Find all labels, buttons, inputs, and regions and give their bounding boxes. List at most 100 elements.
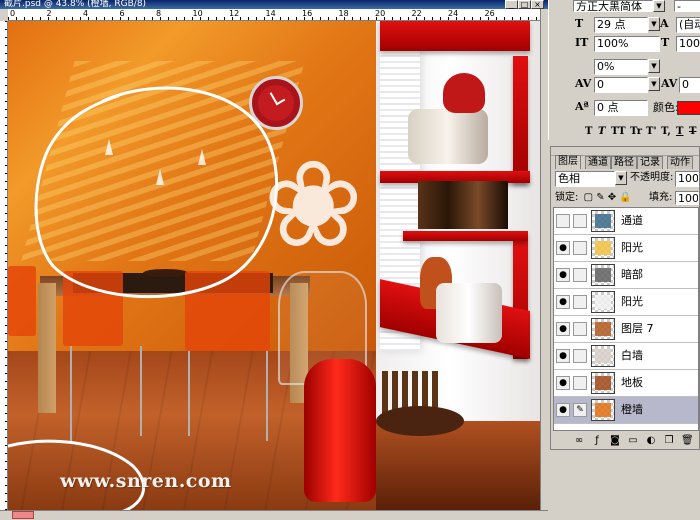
layer-row[interactable]: ● 地板: [554, 370, 698, 397]
strikethrough-button[interactable]: T: [689, 126, 696, 138]
brush-icon[interactable]: ✎: [573, 403, 587, 417]
all-caps-button[interactable]: TT: [611, 126, 626, 138]
tab-layers[interactable]: 图层: [555, 155, 581, 169]
layer-thumbnail[interactable]: [591, 264, 615, 286]
tab-history[interactable]: 记录: [637, 156, 663, 169]
layer-thumbnail[interactable]: [591, 291, 615, 313]
toaster: [436, 283, 502, 343]
chevron-down-icon[interactable]: ▼: [648, 17, 660, 31]
layer-row[interactable]: 通道: [554, 208, 698, 235]
horizontal-ruler[interactable]: 0 2 4 6 8 10 12 14 16 18 20 22 24 26: [8, 9, 540, 21]
close-button[interactable]: ×: [531, 0, 544, 9]
eye-icon[interactable]: ●: [556, 295, 570, 309]
layer-row[interactable]: ● 阳光: [554, 235, 698, 262]
trash-icon[interactable]: 🗑: [681, 435, 694, 447]
opacity-field[interactable]: 100%: [675, 171, 699, 187]
eye-icon[interactable]: ●: [556, 241, 570, 255]
ruler-number: 10: [192, 9, 203, 18]
wall-shelf: [380, 21, 530, 51]
baseline-shift-field[interactable]: 0 点: [594, 100, 648, 116]
eye-icon[interactable]: ●: [556, 349, 570, 363]
vertical-scale-field[interactable]: 100%: [594, 36, 660, 52]
tab-actions[interactable]: 动作: [667, 156, 693, 169]
ruler-number: 8: [156, 9, 162, 18]
chevron-down-icon[interactable]: ▼: [615, 171, 627, 185]
ruler-number: 26: [484, 9, 495, 18]
text-color-swatch[interactable]: [677, 101, 700, 115]
lock-row: 锁定: ▢ ✎ ✥ 🔒: [555, 191, 632, 205]
layer-thumbnail[interactable]: [591, 399, 615, 421]
layer-thumbnail[interactable]: [591, 237, 615, 259]
orange-chair: [8, 266, 36, 336]
new-group-icon[interactable]: ▭: [627, 435, 639, 447]
lock-label: 锁定:: [555, 192, 579, 203]
minimize-button[interactable]: _: [505, 0, 518, 9]
link-icon[interactable]: [573, 349, 587, 363]
layer-mask-icon[interactable]: ◙: [609, 435, 621, 447]
eye-icon[interactable]: ●: [556, 268, 570, 282]
leading-field[interactable]: (自动): [676, 17, 700, 33]
layer-name: 阳光: [621, 295, 643, 308]
image-canvas[interactable]: ❀ www.snren.com: [8, 21, 540, 510]
link-icon[interactable]: [573, 268, 587, 282]
ruler-number: 12: [229, 9, 240, 18]
faux-bold-button[interactable]: T: [585, 126, 592, 138]
lock-move-icon[interactable]: ✥: [608, 192, 616, 203]
chevron-down-icon[interactable]: ▼: [653, 0, 665, 12]
layer-row[interactable]: ● 阳光: [554, 289, 698, 316]
layers-footer: ∞ ƒ ◙ ▭ ◐ ❐ 🗑: [551, 433, 699, 449]
vertical-ruler[interactable]: [0, 21, 8, 510]
document-title-bar[interactable]: 截片.psd @ 43.8% (橙墙, RGB/8): [0, 0, 548, 9]
link-icon[interactable]: [573, 322, 587, 336]
tab-channels[interactable]: 通道: [585, 156, 611, 169]
horizontal-scrollbar[interactable]: [0, 510, 548, 520]
fruit-plate: [143, 269, 188, 277]
layer-thumbnail[interactable]: [591, 345, 615, 367]
quick-mask-icon[interactable]: [12, 511, 34, 519]
lock-brush-icon[interactable]: ✎: [596, 192, 604, 203]
link-icon[interactable]: [573, 376, 587, 390]
horizontal-scale-field[interactable]: 100%: [676, 36, 700, 52]
chevron-down-icon[interactable]: ▼: [648, 77, 660, 91]
layer-style-icon[interactable]: ƒ: [591, 435, 603, 447]
link-icon[interactable]: [573, 214, 587, 228]
kerning-field[interactable]: 0: [594, 77, 648, 93]
adjustment-layer-icon[interactable]: ◐: [645, 435, 657, 447]
layer-row[interactable]: ● 暗部: [554, 262, 698, 289]
layer-thumbnail[interactable]: [591, 318, 615, 340]
maximize-button[interactable]: □: [518, 0, 531, 9]
picture-frames: [418, 181, 508, 229]
font-style-select[interactable]: -: [674, 0, 700, 12]
color-label: 颜色:: [653, 101, 679, 114]
layer-row[interactable]: ● 图层 7: [554, 316, 698, 343]
layer-thumbnail[interactable]: [591, 372, 615, 394]
lock-all-icon[interactable]: 🔒: [619, 192, 631, 203]
font-size-field[interactable]: 29 点: [594, 17, 648, 33]
lock-transparency-icon[interactable]: ▢: [584, 192, 593, 203]
font-family-select[interactable]: 方正大黑简体: [573, 0, 653, 12]
new-layer-icon[interactable]: ❐: [663, 435, 675, 447]
fill-field[interactable]: 100%: [675, 191, 699, 205]
eye-icon[interactable]: [556, 214, 570, 228]
layer-thumbnail[interactable]: [591, 210, 615, 232]
underline-button[interactable]: T: [676, 126, 683, 138]
eye-icon[interactable]: ●: [556, 403, 570, 417]
tracking-ratio-field[interactable]: 0%: [594, 59, 648, 75]
layer-row[interactable]: ● ✎ 橙墙: [554, 397, 698, 424]
link-icon[interactable]: [573, 295, 587, 309]
blend-mode-select[interactable]: 色相: [555, 171, 615, 187]
chevron-down-icon[interactable]: ▼: [648, 59, 660, 73]
faux-italic-button[interactable]: T: [598, 126, 605, 138]
tab-paths[interactable]: 路径: [611, 156, 637, 169]
chair-leg: [140, 346, 142, 436]
link-layers-icon[interactable]: ∞: [573, 435, 585, 447]
vertical-scrollbar[interactable]: [540, 9, 548, 510]
eye-icon[interactable]: ●: [556, 322, 570, 336]
superscript-button[interactable]: T': [646, 126, 657, 138]
eye-icon[interactable]: ●: [556, 376, 570, 390]
layer-row[interactable]: ● 白墙: [554, 343, 698, 370]
subscript-button[interactable]: T,: [661, 126, 671, 138]
small-caps-button[interactable]: Tr: [630, 126, 642, 138]
tracking-field[interactable]: 0: [679, 77, 700, 93]
link-icon[interactable]: [573, 241, 587, 255]
